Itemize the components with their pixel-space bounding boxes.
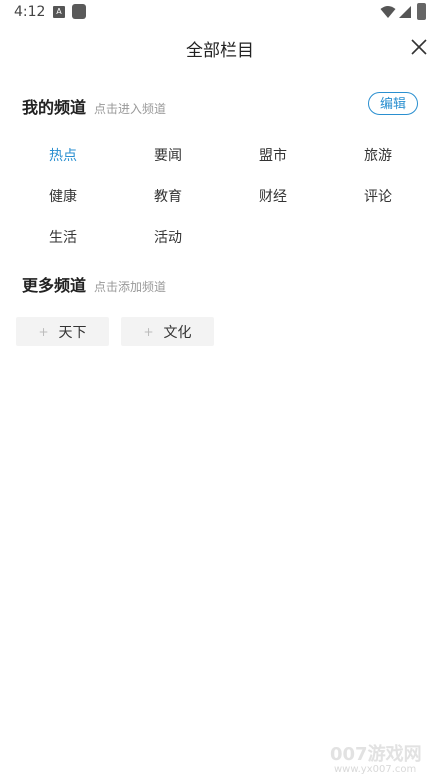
- battery-icon: [417, 3, 426, 20]
- channel-hot[interactable]: 热点: [49, 145, 77, 165]
- chip-label: 文化: [163, 324, 192, 341]
- more-channels-header: 更多频道 点击添加频道: [22, 272, 166, 296]
- more-channels-title: 更多频道: [22, 276, 87, 295]
- my-channels-hint: 点击进入频道: [94, 102, 167, 116]
- watermark: 007游戏网 www.yx007.com: [330, 740, 434, 780]
- plus-icon: +: [38, 324, 49, 339]
- plus-icon: +: [143, 324, 154, 339]
- channel-news[interactable]: 要闻: [154, 145, 182, 165]
- my-channels-title: 我的频道: [22, 98, 87, 117]
- channel-travel[interactable]: 旅游: [364, 145, 392, 165]
- header: 全部栏目: [0, 26, 440, 68]
- edit-button[interactable]: 编辑: [368, 92, 418, 115]
- watermark-site-name: 007游戏网: [330, 744, 422, 765]
- channel-education[interactable]: 教育: [154, 186, 182, 206]
- watermark-url: www.yx007.com: [334, 764, 417, 775]
- channel-events[interactable]: 活动: [154, 227, 182, 247]
- wifi-icon: [380, 6, 396, 18]
- status-bar: 4:12 A: [0, 0, 440, 26]
- channel-life[interactable]: 生活: [49, 227, 77, 247]
- more-channels-hint: 点击添加频道: [94, 280, 167, 294]
- channel-health[interactable]: 健康: [49, 186, 77, 206]
- close-icon: [411, 39, 427, 55]
- status-time: 4:12: [14, 4, 46, 20]
- add-channel-world[interactable]: + 天下: [16, 317, 109, 346]
- channel-comment[interactable]: 评论: [364, 186, 392, 206]
- add-channel-culture[interactable]: + 文化: [121, 317, 214, 346]
- chip-label: 天下: [58, 324, 87, 341]
- signal-icon: [399, 6, 411, 18]
- channel-finance[interactable]: 财经: [259, 186, 287, 206]
- page-title: 全部栏目: [186, 41, 254, 61]
- a-icon: A: [53, 6, 65, 18]
- channel-league-city[interactable]: 盟市: [259, 145, 287, 165]
- my-channels-header: 我的频道 点击进入频道: [22, 94, 166, 118]
- close-button[interactable]: [405, 34, 433, 62]
- square-icon: [72, 4, 86, 19]
